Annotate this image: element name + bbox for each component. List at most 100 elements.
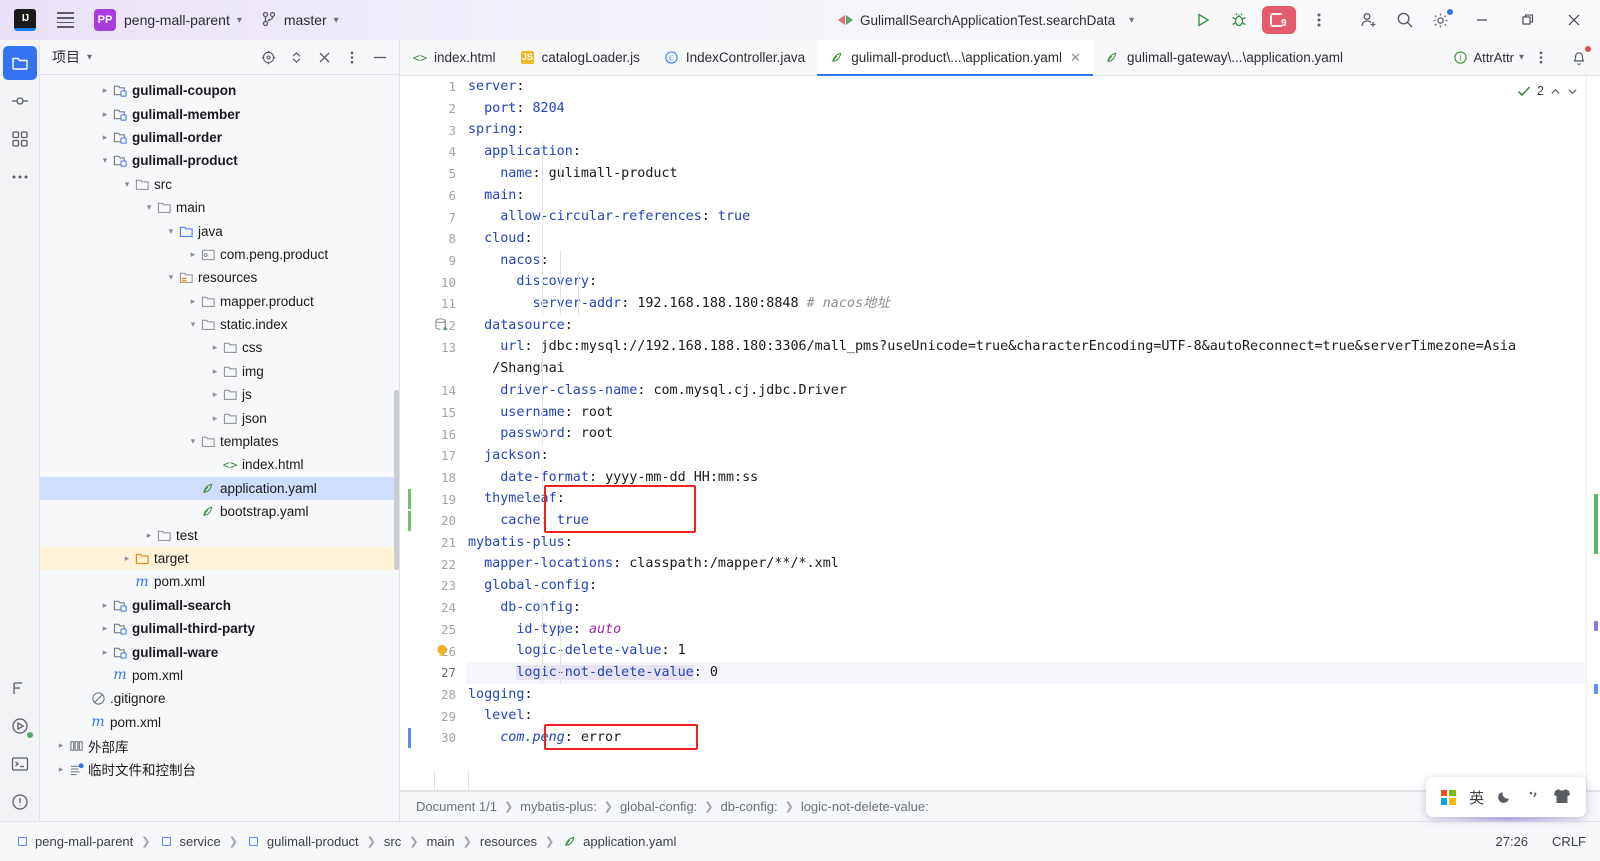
- tree-item-gulimall-search[interactable]: ▸ gulimall-search: [40, 594, 399, 617]
- tree-disclosure-right-icon[interactable]: ▸: [186, 249, 200, 260]
- code-line-3[interactable]: spring:: [466, 119, 1600, 141]
- close-window-button[interactable]: [1552, 0, 1596, 40]
- code-line-15[interactable]: username: root: [466, 402, 1600, 424]
- panel-options-icon[interactable]: [339, 44, 365, 70]
- comma-icon[interactable]: [1527, 788, 1540, 807]
- code-line-13[interactable]: url: jdbc:mysql://192.168.188.180:3306/m…: [466, 336, 1600, 358]
- tree-item-gulimall-coupon[interactable]: ▸ gulimall-coupon: [40, 79, 399, 102]
- gutter-line-23[interactable]: 23: [400, 575, 466, 597]
- editor-tab-gulimall-gateway-application-yaml[interactable]: gulimall-gateway\...\application.yaml: [1093, 40, 1355, 75]
- tree-item-gulimall-order[interactable]: ▸ gulimall-order: [40, 126, 399, 149]
- sidebar-item-commit[interactable]: [3, 84, 37, 118]
- settings-gear-icon[interactable]: [1424, 3, 1458, 37]
- tree-item-bootstrap-yaml[interactable]: ▸bootstrap.yaml: [40, 500, 399, 523]
- database-icon[interactable]: [434, 317, 449, 335]
- gutter-line-12[interactable]: 12: [400, 315, 466, 337]
- tree-item-index-html[interactable]: ▸<>index.html: [40, 453, 399, 476]
- tree-item-java[interactable]: ▾ java: [40, 219, 399, 242]
- code-line-26[interactable]: logic-delete-value: 1: [466, 640, 1600, 662]
- gutter-line-11[interactable]: 11: [400, 293, 466, 315]
- gutter-line-9[interactable]: 9: [400, 250, 466, 272]
- windows-icon[interactable]: [1440, 789, 1456, 805]
- gutter-line-1[interactable]: 1: [400, 76, 466, 98]
- chevron-down-icon[interactable]: ▾: [1519, 52, 1524, 63]
- git-branch-label[interactable]: master: [284, 12, 327, 28]
- breadcrumb-item[interactable]: Document 1/1: [416, 799, 497, 814]
- code-line-22[interactable]: mapper-locations: classpath:/mapper/**/*…: [466, 553, 1600, 575]
- tree-disclosure-down-icon[interactable]: ▾: [186, 436, 200, 447]
- run-configuration-area[interactable]: GulimallSearchApplicationTest.searchData…: [838, 0, 1134, 40]
- sidebar-item-problems[interactable]: [3, 785, 37, 819]
- run-button[interactable]: [1186, 3, 1220, 37]
- run-config-label[interactable]: GulimallSearchApplicationTest.searchData: [860, 13, 1115, 28]
- code-line-9[interactable]: nacos:: [466, 250, 1600, 272]
- maximize-window-button[interactable]: [1506, 0, 1550, 40]
- tree-item-img[interactable]: ▸ img: [40, 360, 399, 383]
- moon-icon[interactable]: [1497, 788, 1513, 807]
- tree-item-gulimall-product[interactable]: ▾ gulimall-product: [40, 149, 399, 172]
- tree-disclosure-down-icon[interactable]: ▾: [98, 155, 112, 166]
- breadcrumb-item[interactable]: mybatis-plus:: [520, 799, 597, 814]
- analysis-marker-rail[interactable]: [1586, 76, 1600, 791]
- tree-item-application-yaml[interactable]: ▸application.yaml: [40, 476, 399, 501]
- code-line-6[interactable]: main:: [466, 185, 1600, 207]
- status-breadcrumb-item[interactable]: service: [159, 834, 221, 850]
- project-name-label[interactable]: peng-mall-parent: [124, 12, 230, 28]
- gutter-line-5[interactable]: 5: [400, 163, 466, 185]
- status-breadcrumb-item[interactable]: gulimall-product: [246, 834, 359, 850]
- line-separator-label[interactable]: CRLF: [1552, 834, 1586, 849]
- change-marker-line-30[interactable]: [408, 728, 411, 748]
- code-line-19[interactable]: thymeleaf:: [466, 488, 1600, 510]
- notifications-bell-icon[interactable]: [1566, 45, 1592, 71]
- tree-disclosure-right-icon[interactable]: ▸: [142, 530, 156, 541]
- code-line-12[interactable]: datasource:: [466, 315, 1600, 337]
- code-line-17[interactable]: jackson:: [466, 445, 1600, 467]
- sidebar-item-structure[interactable]: [3, 122, 37, 156]
- status-bar-breadcrumb[interactable]: peng-mall-parent ❯ service ❯ gulimall-produc…: [14, 834, 676, 850]
- gutter-line-6[interactable]: 6: [400, 185, 466, 207]
- code-line-27[interactable]: logic-not-delete-value: 0: [466, 661, 1600, 684]
- tree-item-resources[interactable]: ▾ resources: [40, 266, 399, 289]
- code-line-29[interactable]: level:: [466, 705, 1600, 727]
- tree-disclosure-right-icon[interactable]: ▸: [208, 413, 222, 424]
- tree-item--gitignore[interactable]: ▸.gitignore: [40, 687, 399, 710]
- gutter-line-27[interactable]: 27: [400, 662, 466, 684]
- marker-purple[interactable]: [1594, 621, 1598, 631]
- gutter-line-24[interactable]: 24: [400, 597, 466, 619]
- project-view-chevron-down-icon[interactable]: ▾: [87, 52, 92, 63]
- code-line-20[interactable]: cache: true: [466, 510, 1600, 532]
- tree-disclosure-right-icon[interactable]: ▸: [120, 553, 134, 564]
- tree-item-gulimall-third-party[interactable]: ▸ gulimall-third-party: [40, 617, 399, 640]
- gutter-line-8[interactable]: 8: [400, 228, 466, 250]
- tree-item-main[interactable]: ▾ main: [40, 196, 399, 219]
- gutter-line-28[interactable]: 28: [400, 684, 466, 706]
- gutter-line-3[interactable]: 3: [400, 119, 466, 141]
- code-line-5[interactable]: name: gulimall-product: [466, 163, 1600, 185]
- gutter-line-16[interactable]: 16: [400, 423, 466, 445]
- sidebar-item-project[interactable]: [2, 46, 37, 80]
- sidebar-item-more[interactable]: [3, 160, 37, 194]
- run-config-chevron-down-icon[interactable]: ▾: [1129, 15, 1134, 26]
- expand-collapse-icon[interactable]: [283, 44, 309, 70]
- gutter-line-14[interactable]: 14: [400, 380, 466, 402]
- tree-item-src[interactable]: ▾ src: [40, 173, 399, 196]
- tree-item-static-index[interactable]: ▾ static.index: [40, 313, 399, 336]
- code-line-14[interactable]: driver-class-name: com.mysql.cj.jdbc.Dri…: [466, 380, 1600, 402]
- ime-floating-bar[interactable]: 英: [1426, 777, 1586, 817]
- code-line-30[interactable]: com.peng: error: [466, 727, 1600, 749]
- tree-disclosure-right-icon[interactable]: ▸: [98, 600, 112, 611]
- ime-language-label[interactable]: 英: [1469, 787, 1484, 808]
- code-line-8[interactable]: cloud:: [466, 228, 1600, 250]
- tree-disclosure-right-icon[interactable]: ▸: [98, 85, 112, 96]
- tree-item-templates[interactable]: ▾ templates: [40, 430, 399, 453]
- tree-disclosure-right-icon[interactable]: ▸: [54, 740, 68, 751]
- branch-chevron-down-icon[interactable]: ▾: [334, 15, 339, 26]
- gutter-line-29[interactable]: 29: [400, 705, 466, 727]
- breadcrumb[interactable]: Document 1/1 ❯ mybatis-plus: ❯ global-config…: [400, 791, 1600, 821]
- tree-disclosure-down-icon[interactable]: ▾: [164, 226, 178, 237]
- status-breadcrumb-item[interactable]: peng-mall-parent: [14, 834, 133, 850]
- tree-disclosure-right-icon[interactable]: ▸: [208, 366, 222, 377]
- tree-scrollbar[interactable]: [394, 390, 399, 570]
- editor-tab-indexcontroller-java[interactable]: C IndexController.java: [652, 40, 817, 75]
- status-breadcrumb-item[interactable]: src: [384, 834, 401, 849]
